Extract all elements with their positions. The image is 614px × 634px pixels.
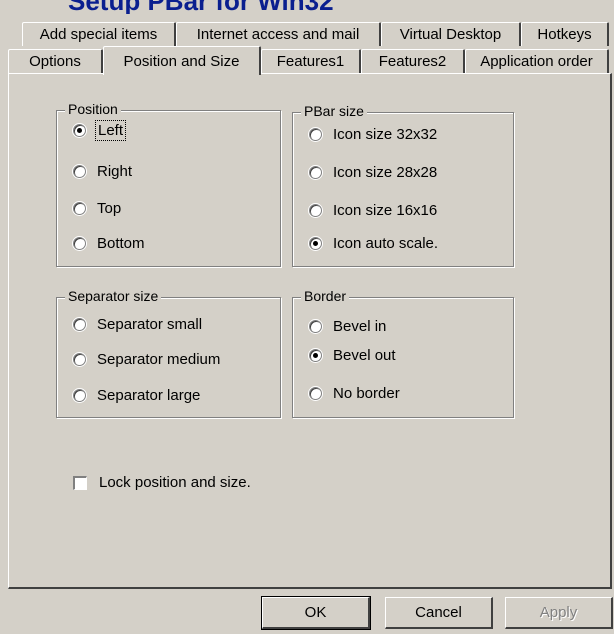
radio-indicator xyxy=(73,165,86,178)
separator-large-radio[interactable]: Separator large xyxy=(73,387,200,404)
pbar-size-group-label: PBar size xyxy=(301,103,367,119)
position-bottom-radio[interactable]: Bottom xyxy=(73,235,145,252)
position-left-radio[interactable]: Left xyxy=(73,120,127,141)
tab-features1[interactable]: Features1 xyxy=(261,49,361,73)
ok-button[interactable]: OK xyxy=(261,596,371,630)
radio-indicator xyxy=(309,349,322,362)
radio-indicator xyxy=(309,387,322,400)
no-border-radio[interactable]: No border xyxy=(309,385,400,402)
tab-add-special-items[interactable]: Add special items xyxy=(22,22,176,46)
radio-indicator xyxy=(73,353,86,366)
radio-indicator xyxy=(309,237,322,250)
radio-indicator xyxy=(309,166,322,179)
icon-size-28-radio[interactable]: Icon size 28x28 xyxy=(309,164,437,181)
tab-internet-access-and-mail[interactable]: Internet access and mail xyxy=(176,22,381,46)
icon-auto-scale-radio[interactable]: Icon auto scale. xyxy=(309,235,438,252)
position-right-radio[interactable]: Right xyxy=(73,163,132,180)
lock-position-checkbox[interactable]: Lock position and size. xyxy=(73,474,251,491)
window-title-clip: Setup PBar for Win32 xyxy=(0,0,614,14)
tab-options[interactable]: Options xyxy=(8,49,103,73)
position-group-label: Position xyxy=(65,101,121,117)
tab-features2[interactable]: Features2 xyxy=(361,49,465,73)
window-title: Setup PBar for Win32 xyxy=(68,0,334,14)
radio-indicator xyxy=(309,204,322,217)
bevel-out-radio[interactable]: Bevel out xyxy=(309,347,396,364)
radio-indicator xyxy=(73,124,86,137)
cancel-button[interactable]: Cancel xyxy=(385,597,493,629)
position-top-radio[interactable]: Top xyxy=(73,200,121,217)
radio-indicator xyxy=(309,320,322,333)
tab-application-order[interactable]: Application order xyxy=(465,49,609,73)
radio-indicator xyxy=(309,128,322,141)
radio-indicator xyxy=(73,237,86,250)
icon-size-16-radio[interactable]: Icon size 16x16 xyxy=(309,202,437,219)
separator-medium-radio[interactable]: Separator medium xyxy=(73,351,220,368)
border-group-label: Border xyxy=(301,288,350,304)
separator-small-radio[interactable]: Separator small xyxy=(73,316,202,333)
bevel-in-radio[interactable]: Bevel in xyxy=(309,318,386,335)
checkbox-indicator xyxy=(73,475,87,490)
tab-virtual-desktop[interactable]: Virtual Desktop xyxy=(381,22,521,46)
icon-size-32-radio[interactable]: Icon size 32x32 xyxy=(309,126,437,143)
tab-position-and-size[interactable]: Position and Size xyxy=(103,46,261,75)
separator-size-group-label: Separator size xyxy=(65,288,162,304)
radio-indicator xyxy=(73,389,86,402)
tab-hotkeys[interactable]: Hotkeys xyxy=(521,22,609,46)
apply-button: Apply xyxy=(505,597,613,629)
radio-indicator xyxy=(73,202,86,215)
radio-indicator xyxy=(73,318,86,331)
